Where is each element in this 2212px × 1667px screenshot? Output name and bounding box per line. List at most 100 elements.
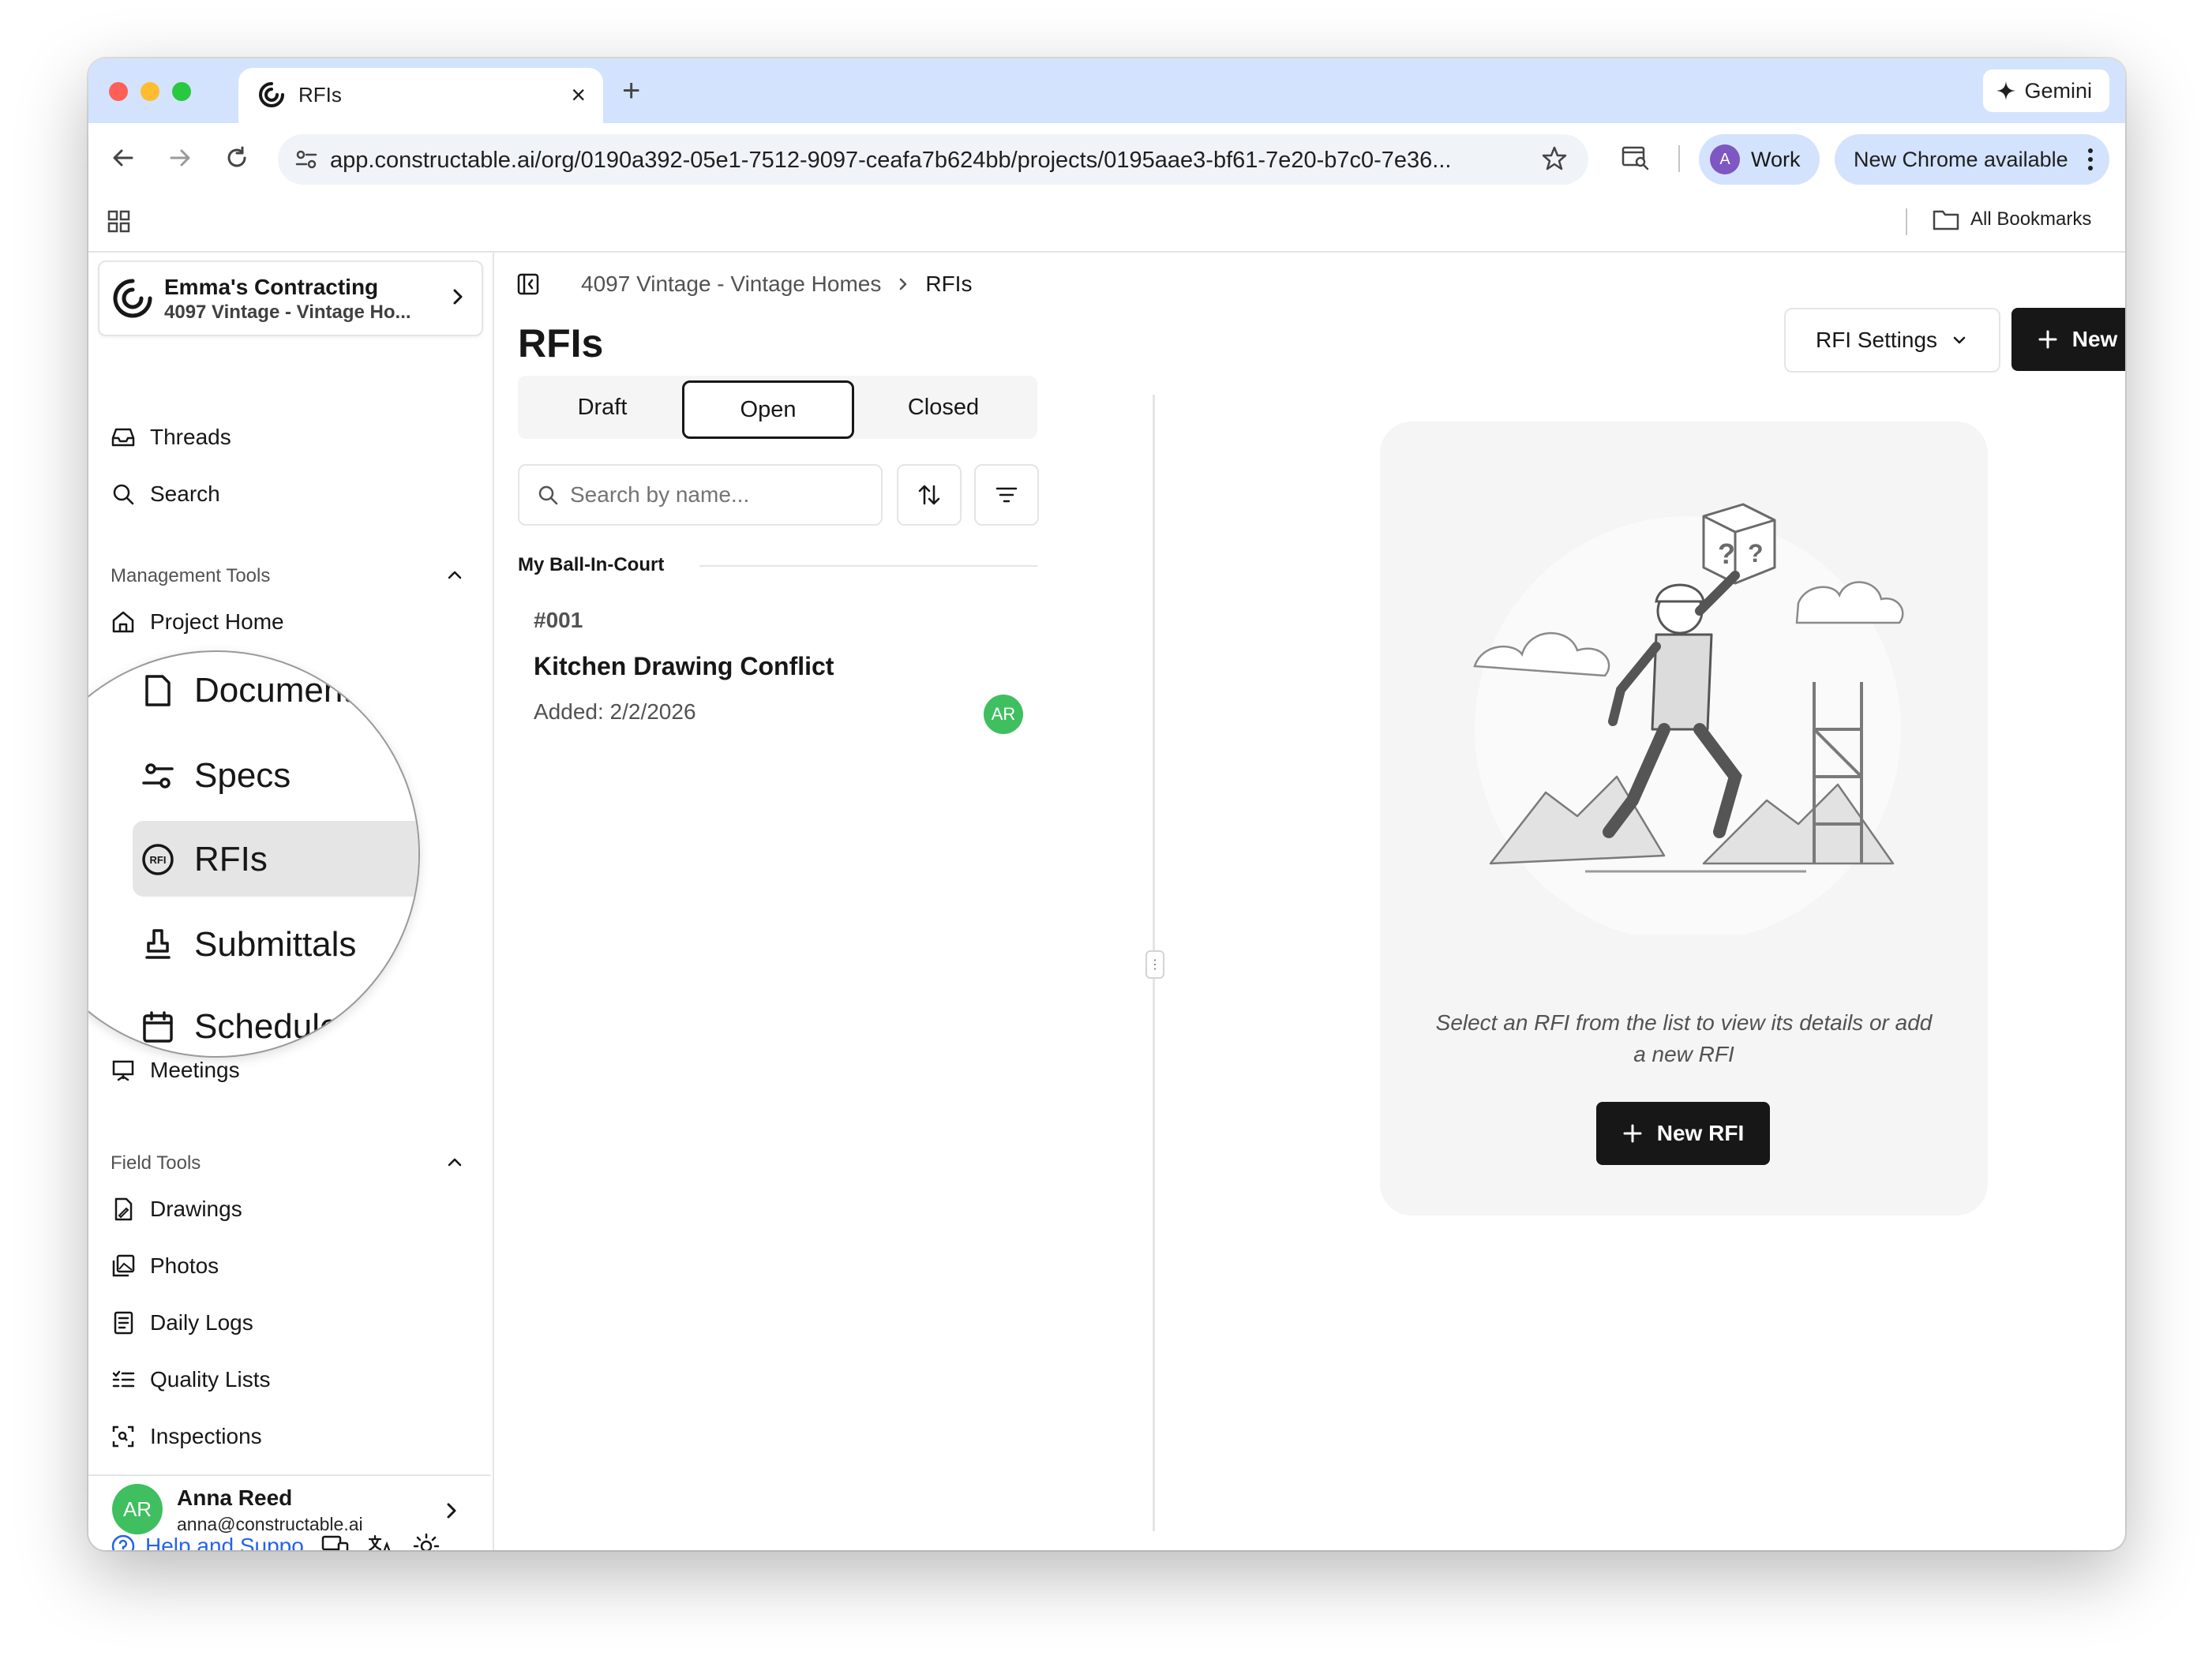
chevron-up-icon[interactable] — [445, 1152, 464, 1171]
back-button[interactable] — [106, 140, 141, 175]
chevron-up-icon[interactable] — [445, 565, 464, 584]
sidebar-item-documents[interactable]: Documents — [141, 671, 370, 710]
group-label: My Ball-In-Court — [518, 554, 665, 575]
arrow-right-icon — [170, 149, 190, 167]
rfi-list-item[interactable]: #001 Kitchen Drawing Conflict Added: 2/2… — [518, 592, 1037, 742]
rfi-number: #001 — [534, 608, 583, 632]
construction-worker-illustration-icon: ? ? — [1473, 503, 1904, 935]
chevron-down-icon — [1953, 336, 1966, 344]
project-switcher[interactable]: Emma's Contracting 4097 Vintage - Vintag… — [98, 260, 483, 336]
sidebar-footer: Help and Suppo — [111, 1533, 440, 1550]
sidebar-item-specs[interactable]: Specs — [141, 756, 291, 796]
org-name: Emma's Contracting — [164, 275, 379, 299]
help-circle-icon — [111, 1534, 135, 1550]
sidebar-item-quality-lists[interactable]: Quality Lists — [111, 1361, 271, 1399]
sidebar-item-label: Submittals — [194, 925, 357, 964]
apps-grid-icon[interactable] — [107, 210, 131, 234]
management-tools-label: Management Tools — [111, 565, 271, 586]
sidebar-item-drawings[interactable]: Drawings — [111, 1190, 242, 1228]
resize-handle[interactable]: ⋮ — [1145, 950, 1164, 979]
tab-search-button[interactable] — [1618, 140, 1653, 175]
sliders-icon — [142, 763, 174, 789]
rfi-icon: RFI — [142, 844, 174, 875]
empty-new-rfi-label: New RFI — [1656, 1121, 1745, 1145]
tab-open[interactable]: Open — [682, 380, 854, 439]
photos-icon — [112, 1254, 135, 1277]
document-icon — [145, 675, 171, 706]
sidebar-item-label: Daily Logs — [150, 1310, 253, 1335]
new-tab-button[interactable]: + — [622, 71, 640, 111]
rfi-settings-button[interactable]: RFI Settings — [1784, 308, 2000, 373]
sidebar-item-label: Quality Lists — [150, 1367, 271, 1392]
rfi-title: Kitchen Drawing Conflict — [534, 652, 834, 680]
sun-icon[interactable] — [413, 1533, 440, 1550]
user-name[interactable]: Anna Reed — [177, 1485, 292, 1511]
tab-label: Closed — [907, 394, 980, 420]
sidebar-toggle-icon[interactable] — [516, 272, 540, 296]
search-icon — [113, 484, 134, 505]
rfi-assignee-avatar: AR — [984, 695, 1023, 734]
help-label: Help and Suppo — [145, 1534, 304, 1550]
stamp-icon — [145, 929, 171, 959]
new-rfi-label: New RFI — [2071, 327, 2125, 351]
sidebar-item-photos[interactable]: Photos — [111, 1247, 219, 1285]
filter-button[interactable] — [974, 464, 1039, 526]
search-icon — [538, 485, 558, 505]
sidebar-item-submittals[interactable]: Submittals — [141, 925, 356, 965]
inspect-icon — [112, 1425, 134, 1448]
sidebar-item-search[interactable]: Search — [111, 475, 220, 513]
tab-closed[interactable]: Closed — [854, 380, 1033, 434]
profile-chip[interactable]: A Work — [1699, 134, 1820, 185]
bookmarks-bar: All Bookmarks — [88, 194, 2125, 253]
more-vert-icon — [2087, 148, 2093, 170]
sidebar-item-threads[interactable]: Threads — [111, 418, 231, 456]
forward-button[interactable] — [163, 140, 197, 175]
chrome-update-chip[interactable]: New Chrome available — [1835, 134, 2109, 185]
rfi-search-input[interactable]: Search by name... — [518, 464, 883, 526]
empty-new-rfi-button[interactable]: New RFI — [1596, 1102, 1770, 1165]
profile-label: Work — [1751, 147, 1801, 171]
rfi-date: Added: 2/2/2026 — [534, 699, 696, 724]
help-link[interactable]: Help and Suppo — [111, 1534, 304, 1550]
gemini-label: Gemini — [2024, 78, 2092, 103]
sidebar-item-daily-logs[interactable]: Daily Logs — [111, 1304, 253, 1342]
user-email: anna@constructable.ai — [177, 1514, 363, 1534]
sidebar-item-project-home[interactable]: Project Home — [111, 603, 284, 641]
rfi-settings-label: RFI Settings — [1815, 328, 1938, 352]
profile-avatar: A — [1710, 144, 1740, 174]
tab-draft[interactable]: Draft — [523, 380, 682, 434]
user-avatar[interactable]: AR — [112, 1484, 163, 1534]
breadcrumb-project[interactable]: 4097 Vintage - Vintage Homes — [581, 272, 881, 297]
minimize-window-button[interactable] — [141, 82, 159, 101]
maximize-window-button[interactable] — [172, 82, 191, 101]
translate-icon[interactable] — [367, 1534, 396, 1550]
all-bookmarks-button[interactable]: All Bookmarks — [1933, 208, 2091, 230]
sidebar-item-label: Search — [150, 481, 220, 506]
group-divider — [699, 565, 1037, 567]
sort-button[interactable] — [897, 464, 962, 526]
new-rfi-button[interactable]: New RFI — [2011, 308, 2125, 371]
sidebar-item-rfis[interactable]: RFI RFIs — [141, 840, 268, 879]
devices-icon[interactable] — [321, 1534, 350, 1550]
calendar-icon — [143, 1011, 173, 1043]
sidebar-item-inspections[interactable]: Inspections — [111, 1418, 262, 1455]
chevron-right-icon[interactable] — [444, 1500, 459, 1522]
constructable-favicon-icon — [259, 82, 284, 107]
bookmark-star-icon[interactable] — [1541, 145, 1568, 172]
browser-tab-active[interactable]: RFIs × — [238, 68, 603, 123]
home-icon — [112, 611, 134, 633]
site-settings-icon — [295, 150, 317, 169]
close-window-button[interactable] — [109, 82, 128, 101]
sparkle-icon — [1996, 81, 2016, 100]
sidebar-item-schedule[interactable]: Schedule — [141, 1007, 339, 1047]
reload-icon — [227, 146, 246, 167]
sidebar-item-label: Documents — [194, 671, 370, 710]
svg-text:RFI: RFI — [150, 854, 167, 866]
reload-button[interactable] — [219, 140, 254, 175]
checklist-icon — [112, 1370, 135, 1388]
gemini-button[interactable]: Gemini — [1983, 69, 2109, 112]
address-bar[interactable]: app.constructable.ai/org/0190a392-05e1-7… — [278, 134, 1588, 185]
close-tab-icon[interactable]: × — [571, 79, 586, 111]
page-title: RFIs — [518, 321, 604, 365]
sort-arrows-icon — [918, 485, 940, 505]
